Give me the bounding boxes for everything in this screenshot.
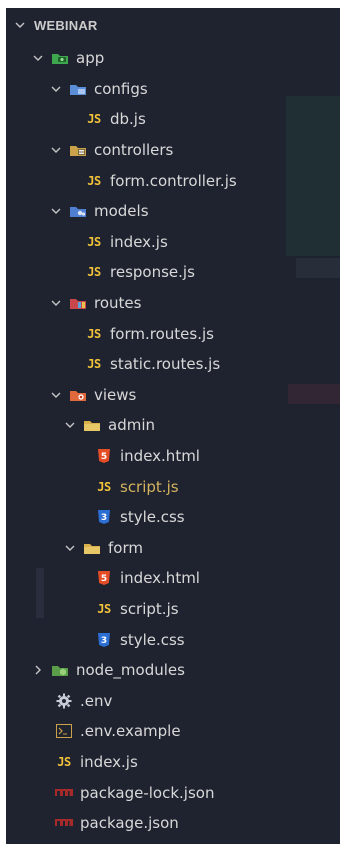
app-folder-icon bbox=[50, 49, 70, 67]
tree-item-package-json[interactable]: package.json bbox=[6, 808, 340, 839]
tree-item-label: form.routes.js bbox=[110, 324, 214, 343]
tree-item-db-js[interactable]: JS db.js bbox=[6, 104, 340, 135]
section-title: WEBINAR bbox=[34, 17, 98, 33]
tree-item-admin-style-css[interactable]: 3 style.css bbox=[6, 502, 340, 533]
file-tree: app configs JS db.js controllers JS form bbox=[6, 43, 340, 838]
controllers-folder-icon bbox=[68, 141, 88, 159]
tree-item-env-example[interactable]: .env.example bbox=[6, 716, 340, 747]
tree-item-form-routes-js[interactable]: JS form.routes.js bbox=[6, 318, 340, 349]
chevron-down-icon bbox=[50, 83, 64, 95]
tree-item-label: controllers bbox=[94, 141, 174, 160]
chevron-down-icon bbox=[50, 389, 64, 401]
tree-item-label: app bbox=[76, 49, 105, 68]
tree-item-label: package-lock.json bbox=[80, 783, 215, 802]
npm-icon bbox=[54, 814, 74, 832]
tree-item-label: node_modules bbox=[76, 661, 185, 680]
chevron-down-icon bbox=[50, 144, 64, 156]
tree-item-label: script.js bbox=[120, 599, 179, 618]
tree-item-label: response.js bbox=[110, 263, 195, 282]
tree-item-configs[interactable]: configs bbox=[6, 74, 340, 105]
tree-item-label: script.js bbox=[120, 477, 179, 496]
tree-item-label: routes bbox=[94, 294, 142, 313]
js-file-icon: JS bbox=[87, 357, 101, 372]
html5-icon: 5 bbox=[94, 569, 114, 587]
folder-icon bbox=[82, 539, 102, 557]
tree-item-form-index-html[interactable]: 5 index.html bbox=[6, 563, 340, 594]
chevron-down-icon bbox=[50, 205, 64, 217]
gear-icon bbox=[54, 692, 74, 710]
tree-item-label: style.css bbox=[120, 508, 185, 527]
tree-item-routes[interactable]: routes bbox=[6, 288, 340, 319]
explorer-section-header[interactable]: WEBINAR bbox=[6, 12, 340, 38]
js-file-icon: JS bbox=[97, 601, 111, 616]
tree-item-form-style-css[interactable]: 3 style.css bbox=[6, 624, 340, 655]
tree-item-label: admin bbox=[108, 416, 155, 435]
js-file-icon: JS bbox=[87, 265, 101, 280]
tree-item-label: .env bbox=[80, 691, 113, 710]
tree-item-label: .env.example bbox=[80, 722, 181, 741]
tree-item-label: form.controller.js bbox=[110, 171, 237, 190]
tree-item-app[interactable]: app bbox=[6, 43, 340, 74]
tree-item-root-index-js[interactable]: JS index.js bbox=[6, 747, 340, 778]
file-explorer-panel: WEBINAR app configs JS db.js controllers… bbox=[6, 8, 340, 844]
js-file-icon: JS bbox=[87, 112, 101, 127]
chevron-down-icon bbox=[64, 542, 78, 554]
js-file-icon: JS bbox=[87, 234, 101, 249]
chevron-down-icon bbox=[64, 419, 78, 431]
tree-item-label: index.js bbox=[110, 232, 168, 251]
tree-item-models[interactable]: models bbox=[6, 196, 340, 227]
svg-text:5: 5 bbox=[101, 574, 107, 584]
tree-item-label: index.js bbox=[80, 752, 138, 771]
tree-item-admin-index-html[interactable]: 5 index.html bbox=[6, 441, 340, 472]
chevron-down-icon bbox=[32, 52, 46, 64]
tree-item-index-js[interactable]: JS index.js bbox=[6, 227, 340, 258]
tree-item-package-lock-json[interactable]: package-lock.json bbox=[6, 777, 340, 808]
html5-icon: 5 bbox=[94, 447, 114, 465]
tree-item-admin[interactable]: admin bbox=[6, 410, 340, 441]
node-modules-folder-icon bbox=[50, 661, 70, 679]
routes-folder-icon bbox=[68, 294, 88, 312]
tree-item-label: db.js bbox=[110, 110, 146, 129]
chevron-right-icon bbox=[32, 664, 46, 676]
svg-text:3: 3 bbox=[101, 513, 107, 523]
js-file-icon: JS bbox=[87, 326, 101, 341]
tree-item-env[interactable]: .env bbox=[6, 685, 340, 716]
terminal-icon bbox=[54, 722, 74, 740]
tree-item-label: package.json bbox=[80, 814, 179, 833]
chevron-down-icon bbox=[50, 297, 64, 309]
models-folder-icon bbox=[68, 202, 88, 220]
tree-item-admin-script-js[interactable]: JS script.js bbox=[6, 471, 340, 502]
css3-icon: 3 bbox=[94, 508, 114, 526]
tree-item-label: static.routes.js bbox=[110, 355, 221, 374]
tree-item-label: configs bbox=[94, 79, 148, 98]
tree-item-label: models bbox=[94, 202, 149, 221]
css3-icon: 3 bbox=[94, 631, 114, 649]
tree-item-label: index.html bbox=[120, 569, 200, 588]
chevron-down-icon bbox=[14, 19, 28, 31]
npm-icon bbox=[54, 784, 74, 802]
tree-item-form[interactable]: form bbox=[6, 533, 340, 564]
tree-item-views[interactable]: views bbox=[6, 380, 340, 411]
folder-icon bbox=[82, 416, 102, 434]
tree-item-response-js[interactable]: JS response.js bbox=[6, 257, 340, 288]
svg-text:3: 3 bbox=[101, 636, 107, 646]
tree-item-node-modules[interactable]: node_modules bbox=[6, 655, 340, 686]
js-file-icon: JS bbox=[57, 754, 71, 769]
tree-item-form-script-js[interactable]: JS script.js bbox=[6, 594, 340, 625]
svg-text:5: 5 bbox=[101, 452, 107, 462]
tree-item-static-routes-js[interactable]: JS static.routes.js bbox=[6, 349, 340, 380]
js-file-icon: JS bbox=[87, 173, 101, 188]
configs-folder-icon bbox=[68, 80, 88, 98]
js-file-icon: JS bbox=[97, 479, 111, 494]
tree-item-label: style.css bbox=[120, 630, 185, 649]
views-folder-icon bbox=[68, 386, 88, 404]
tree-item-controllers[interactable]: controllers bbox=[6, 135, 340, 166]
tree-item-label: form bbox=[108, 538, 143, 557]
tree-item-label: index.html bbox=[120, 447, 200, 466]
tree-item-label: views bbox=[94, 385, 137, 404]
tree-item-form-controller-js[interactable]: JS form.controller.js bbox=[6, 165, 340, 196]
